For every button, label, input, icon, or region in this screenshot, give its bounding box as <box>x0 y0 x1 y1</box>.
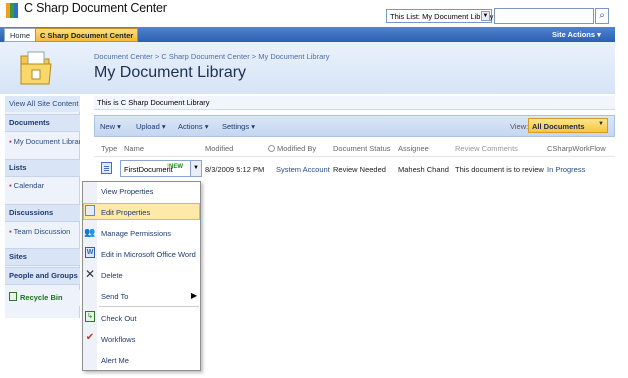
menu-item-edit-in-word[interactable]: Edit in Microsoft Office Word <box>101 250 196 259</box>
menu-item-workflows[interactable]: Workflows <box>101 335 135 344</box>
chevron-down-icon: ▾ <box>117 122 121 131</box>
nav-item-my-document-library[interactable]: ▪ My Document Library <box>5 134 80 150</box>
breadcrumb[interactable]: Document Center > C Sharp Document Cente… <box>94 52 330 61</box>
view-label: View: <box>510 122 529 131</box>
recycle-bin-link[interactable]: Recycle Bin <box>5 290 80 306</box>
item-menu-dropdown[interactable]: ▼ <box>190 161 201 176</box>
chevron-right-icon: ▶ <box>191 291 198 300</box>
chevron-down-icon: ▼ <box>481 11 490 21</box>
new-menu-button[interactable]: New ▾ <box>100 122 121 131</box>
column-header-csharpworkflow[interactable]: CSharpWorkFlow <box>547 144 606 153</box>
actions-menu-button[interactable]: Actions ▾ <box>178 122 208 131</box>
circle-icon <box>268 145 275 152</box>
recycle-bin-icon <box>9 292 17 301</box>
search-icon[interactable]: ⌕ <box>595 8 609 24</box>
nav-heading-documents[interactable]: Documents <box>5 114 80 132</box>
search-input[interactable] <box>494 8 594 24</box>
menu-item-delete[interactable]: Delete <box>101 271 123 280</box>
edit-properties-icon <box>85 205 95 216</box>
bullet-icon: ▪ <box>9 181 12 190</box>
recycle-bin-label: Recycle Bin <box>20 293 63 302</box>
column-header-review-comments[interactable]: Review Comments <box>455 144 518 153</box>
sharepoint-logo-icon <box>6 3 18 18</box>
menu-item-send-to[interactable]: Send To <box>101 292 128 301</box>
nav-item-calendar[interactable]: ▪ Calendar <box>5 178 80 194</box>
column-header-document-status[interactable]: Document Status <box>333 144 391 153</box>
site-actions-menu[interactable]: Site Actions ▾ <box>552 28 601 41</box>
column-header-assignee[interactable]: Assignee <box>398 144 429 153</box>
column-header-name[interactable]: Name <box>124 144 144 153</box>
column-header-label: Modified By <box>277 144 317 153</box>
new-label: New <box>100 122 116 131</box>
menu-item-check-out[interactable]: Check Out <box>101 314 136 323</box>
nav-heading-people-and-groups[interactable]: People and Groups <box>5 267 80 285</box>
cell-assignee: Mahesh Chand <box>398 165 449 174</box>
workflows-icon: ✔ <box>85 332 95 343</box>
delete-icon: ✕ <box>84 267 96 281</box>
nav-item-label: Team Discussion <box>13 227 71 236</box>
menu-item-manage-permissions[interactable]: Manage Permissions <box>101 229 171 238</box>
cell-modified: 8/3/2009 5:12 PM <box>205 165 265 174</box>
header-divider <box>94 156 615 157</box>
menu-item-view-properties[interactable]: View Properties <box>101 187 153 196</box>
cell-workflow-status[interactable]: In Progress <box>547 165 585 174</box>
column-header-type[interactable]: Type <box>101 144 117 153</box>
new-badge: !NEW <box>167 164 183 170</box>
upload-menu-button[interactable]: Upload ▾ <box>136 122 166 131</box>
upload-label: Upload <box>136 122 160 131</box>
chevron-down-icon: ▼ <box>598 121 604 127</box>
nav-heading-lists[interactable]: Lists <box>5 159 80 177</box>
new-badge-label: NEW <box>169 164 183 170</box>
chevron-down-icon: ▼ <box>193 165 199 171</box>
library-description: This is C Sharp Document Library <box>94 96 615 110</box>
search-scope-value: This List: My Document Library <box>390 12 494 21</box>
menu-item-alert-me[interactable]: Alert Me <box>101 356 129 365</box>
nav-item-label: My Document Library <box>13 137 80 146</box>
bullet-icon: ▪ <box>9 227 12 236</box>
site-title[interactable]: C Sharp Document Center <box>24 1 167 15</box>
column-header-modified[interactable]: Modified <box>205 144 233 153</box>
word-document-icon[interactable] <box>101 162 112 174</box>
chevron-down-icon: ▾ <box>251 122 255 131</box>
view-all-site-content-link[interactable]: View All Site Content <box>5 96 80 112</box>
check-out-icon: ↳ <box>85 311 95 322</box>
cell-modified-by[interactable]: System Account <box>276 165 330 174</box>
permissions-icon: 👥 <box>84 227 96 237</box>
settings-menu-button[interactable]: Settings ▾ <box>222 122 255 131</box>
bullet-icon: ▪ <box>9 137 12 146</box>
nav-item-team-discussion[interactable]: ▪ Team Discussion <box>5 224 80 240</box>
column-header-modified-by[interactable]: Modified By <box>268 144 316 153</box>
nav-heading-discussions[interactable]: Discussions <box>5 204 80 222</box>
actions-label: Actions <box>178 122 203 131</box>
search-scope-select[interactable]: This List: My Document Library ▼ <box>386 9 494 23</box>
nav-heading-sites[interactable]: Sites <box>5 248 80 266</box>
cell-review-comments: This document is to review <box>455 165 544 174</box>
cell-document-status: Review Needed <box>333 165 386 174</box>
document-name-link[interactable]: FirstDocument <box>124 165 173 174</box>
tab-csharp-document-center[interactable]: C Sharp Document Center <box>35 28 139 42</box>
chevron-down-icon: ▾ <box>204 122 209 131</box>
settings-label: Settings <box>222 122 250 131</box>
word-icon: W <box>85 247 95 258</box>
page-title: My Document Library <box>94 64 247 81</box>
tab-home[interactable]: Home <box>4 28 37 42</box>
view-select[interactable]: All Documents ▼ <box>528 118 608 133</box>
nav-item-label: Calendar <box>13 181 45 190</box>
chevron-down-icon: ▾ <box>161 122 166 131</box>
page-header <box>0 42 615 94</box>
menu-separator <box>99 306 199 307</box>
view-select-value: All Documents <box>532 122 585 131</box>
menu-item-edit-properties[interactable]: Edit Properties <box>101 208 150 217</box>
folder-icon <box>20 51 52 85</box>
